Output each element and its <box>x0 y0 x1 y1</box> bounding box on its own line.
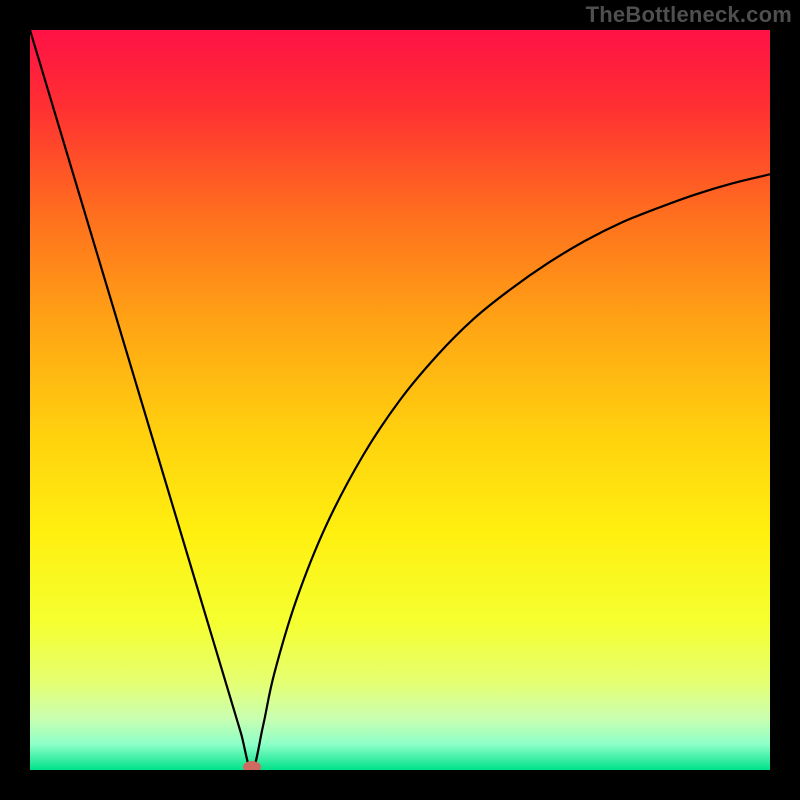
chart-plot-area <box>30 30 770 770</box>
chart-frame: TheBottleneck.com <box>0 0 800 800</box>
watermark-text: TheBottleneck.com <box>586 2 792 28</box>
chart-svg <box>30 30 770 770</box>
